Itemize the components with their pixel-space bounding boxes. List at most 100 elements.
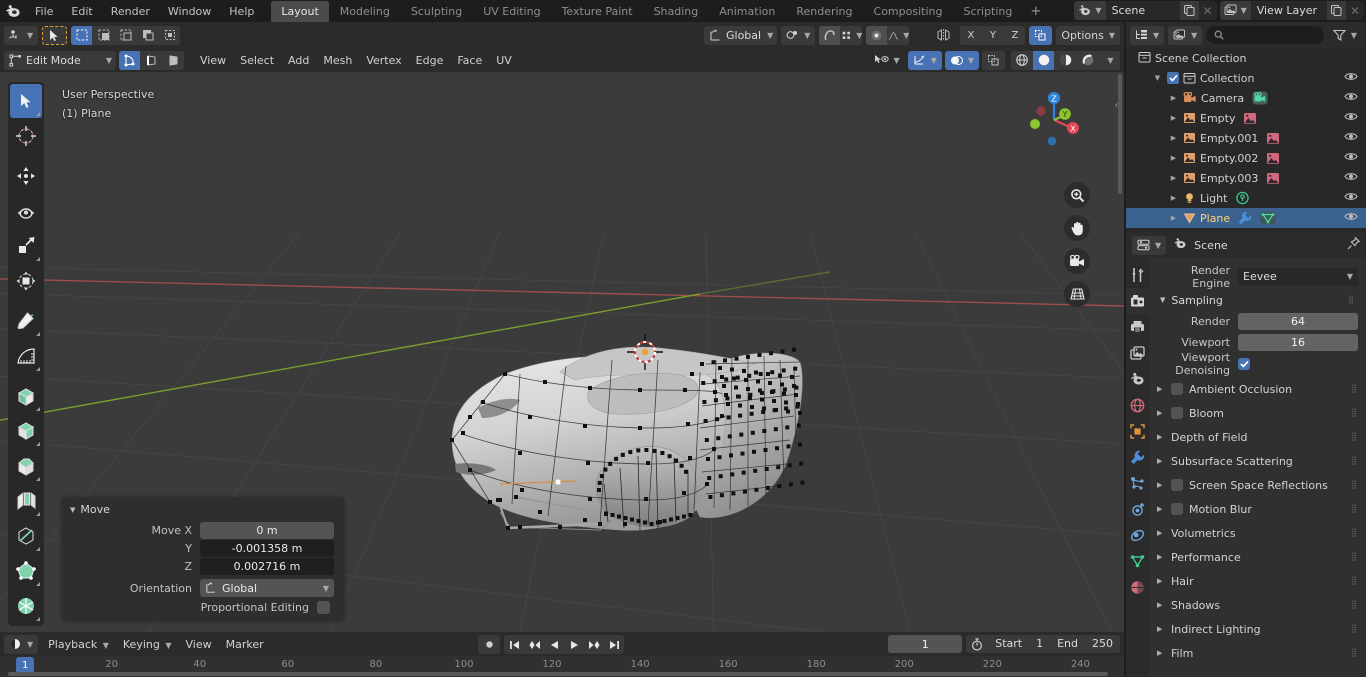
jump-to-start-icon[interactable] (504, 635, 524, 654)
property-section-film[interactable]: ▶ Film ⣿ (1149, 641, 1366, 665)
world-tab[interactable] (1126, 392, 1149, 418)
viewport-menu-mesh[interactable]: Mesh (316, 51, 359, 70)
grip-dots-icon[interactable]: ⣿ (1348, 296, 1355, 304)
menu-help[interactable]: Help (220, 2, 263, 21)
proportional-editing-group[interactable]: ▼ (866, 25, 910, 45)
blender-logo-icon[interactable] (0, 0, 26, 22)
mesh-select-mode-group[interactable] (119, 50, 184, 70)
triangle-right-icon[interactable]: ▶ (1157, 433, 1165, 441)
triangle-right-icon[interactable]: ▶ (1157, 625, 1165, 633)
proportional-editing-icon[interactable] (866, 25, 888, 45)
modifier-badge[interactable] (1238, 211, 1252, 225)
transform-orientation-selector[interactable]: Global ▼ (703, 25, 778, 45)
grip-dots-icon[interactable]: ⣿ (1351, 505, 1358, 513)
rotate-tool[interactable] (10, 194, 42, 228)
options-button[interactable]: Options ▼ (1056, 25, 1120, 45)
chevron-left-icon[interactable]: ‹ (1111, 88, 1122, 122)
light-data-badge[interactable] (1235, 191, 1250, 205)
frame-range-group[interactable]: Start 1 End 250 (966, 635, 1120, 653)
workspace-tab-animation[interactable]: Animation (709, 1, 785, 22)
pin-icon[interactable] (1347, 236, 1361, 253)
section-enable-checkbox[interactable] (1171, 383, 1183, 395)
pivot-point-icon[interactable]: ▼ (781, 25, 816, 45)
select-mode-group[interactable] (71, 25, 181, 45)
bevel-tool[interactable] (10, 449, 42, 483)
triangle-right-icon[interactable]: ▶ (1157, 529, 1165, 537)
output-tab[interactable] (1126, 314, 1149, 340)
viewport-menu-face[interactable]: Face (450, 51, 489, 70)
grip-dots-icon[interactable]: ⣿ (1351, 553, 1358, 561)
particles-tab[interactable] (1126, 470, 1149, 496)
render-tab[interactable] (1126, 288, 1149, 314)
property-section-indirect-lighting[interactable]: ▶ Indirect Lighting ⣿ (1149, 617, 1366, 641)
auto-keying-record-icon[interactable] (478, 635, 500, 654)
material-tab[interactable] (1126, 574, 1149, 600)
property-section-screen-space-reflections[interactable]: ▶ Screen Space Reflections ⣿ (1149, 473, 1366, 497)
eye-visibility-icon[interactable] (1344, 111, 1358, 125)
move-tool[interactable] (10, 159, 42, 193)
view-layer-tab[interactable] (1126, 340, 1149, 366)
outliner-search-input[interactable] (1206, 26, 1324, 44)
outliner-filter-collection-icon[interactable]: ▼ (1168, 25, 1203, 45)
material-preview-icon[interactable] (1055, 50, 1076, 70)
triangle-right-icon[interactable]: ▶ (1157, 601, 1165, 609)
eye-visibility-icon[interactable] (1344, 191, 1358, 205)
playback-transport-controls[interactable] (504, 635, 624, 654)
workspace-tab-scripting[interactable]: Scripting (953, 1, 1022, 22)
eye-visibility-icon[interactable] (1344, 171, 1358, 185)
triangle-right-icon[interactable]: ▶ (1168, 154, 1179, 162)
constraints-tab[interactable] (1126, 522, 1149, 548)
triangle-right-icon[interactable]: ▶ (1168, 134, 1179, 142)
grip-dots-icon[interactable]: ⣿ (1351, 529, 1358, 537)
grip-dots-icon[interactable]: ⣿ (1351, 625, 1358, 633)
falloff-curve-icon[interactable]: ▼ (888, 25, 910, 45)
property-section-motion-blur[interactable]: ▶ Motion Blur ⣿ (1149, 497, 1366, 521)
viewport-menu-view[interactable]: View (193, 51, 233, 70)
edge-select-icon[interactable] (141, 50, 162, 70)
interaction-mode-selector[interactable]: Edit Mode ▼ (4, 50, 116, 70)
grip-dots-icon[interactable]: ⣿ (1351, 481, 1358, 489)
triangle-right-icon[interactable]: ▶ (1168, 214, 1179, 222)
workspace-tab-modeling[interactable]: Modeling (330, 1, 400, 22)
triangle-right-icon[interactable]: ▶ (1157, 577, 1165, 585)
transform-tool[interactable] (10, 264, 42, 298)
face-select-icon[interactable] (163, 50, 184, 70)
timeline-menu-view[interactable]: View (179, 635, 219, 654)
outliner-row-empty-001[interactable]: ▶ Empty.001 (1126, 128, 1366, 148)
orientation-selector[interactable]: Global ▼ (200, 579, 334, 597)
remove-viewlayer-button[interactable]: ✕ (1346, 1, 1364, 20)
play-icon[interactable] (564, 635, 584, 654)
shading-mode-group[interactable]: ▼ (1011, 50, 1120, 70)
property-section-hair[interactable]: ▶ Hair ⣿ (1149, 569, 1366, 593)
triangle-down-icon[interactable]: ▼ (1152, 74, 1163, 82)
new-scene-button[interactable] (1179, 1, 1199, 20)
property-section-volumetrics[interactable]: ▶ Volumetrics ⣿ (1149, 521, 1366, 545)
property-section-bloom[interactable]: ▶ Bloom ⣿ (1149, 401, 1366, 425)
outliner-row-plane[interactable]: ▶ Plane (1126, 208, 1366, 228)
xray-toggle-icon[interactable] (1029, 25, 1053, 45)
triangle-right-icon[interactable]: ▶ (1157, 649, 1165, 657)
property-section-performance[interactable]: ▶ Performance ⣿ (1149, 545, 1366, 569)
timeline-ruler[interactable]: 20 40 60 80 100 120 140 160 180 200 220 240 1 (0, 656, 1124, 677)
knife-tool[interactable] (10, 519, 42, 553)
workspace-tab-uv-editing[interactable]: UV Editing (473, 1, 550, 22)
gizmo-icon[interactable]: ▼ (907, 50, 942, 70)
end-frame-value[interactable]: 250 (1085, 635, 1120, 653)
eye-visibility-icon[interactable] (1344, 131, 1358, 145)
triangle-right-icon[interactable]: ▶ (1157, 409, 1165, 417)
scale-tool[interactable] (10, 229, 42, 263)
rendered-shading-icon[interactable] (1077, 50, 1098, 70)
triangle-right-icon[interactable]: ▶ (1168, 174, 1179, 182)
timeline-horizontal-scrollbar[interactable] (8, 672, 1108, 676)
remove-scene-button[interactable]: ✕ (1199, 1, 1217, 20)
operator-field-value[interactable]: 0.002716 m (200, 558, 334, 575)
workspace-tab-compositing[interactable]: Compositing (864, 1, 953, 22)
snapping-group[interactable]: ▼ (819, 25, 863, 45)
loop-cut-tool[interactable] (10, 484, 42, 518)
cursor-tool[interactable] (10, 119, 42, 153)
mirror-axis-y[interactable]: Y (982, 25, 1004, 45)
triangle-right-icon[interactable]: ▶ (1157, 481, 1165, 489)
viewport-menu-select[interactable]: Select (233, 51, 281, 70)
section-enable-checkbox[interactable] (1171, 479, 1183, 491)
outliner-row-empty-003[interactable]: ▶ Empty.003 (1126, 168, 1366, 188)
